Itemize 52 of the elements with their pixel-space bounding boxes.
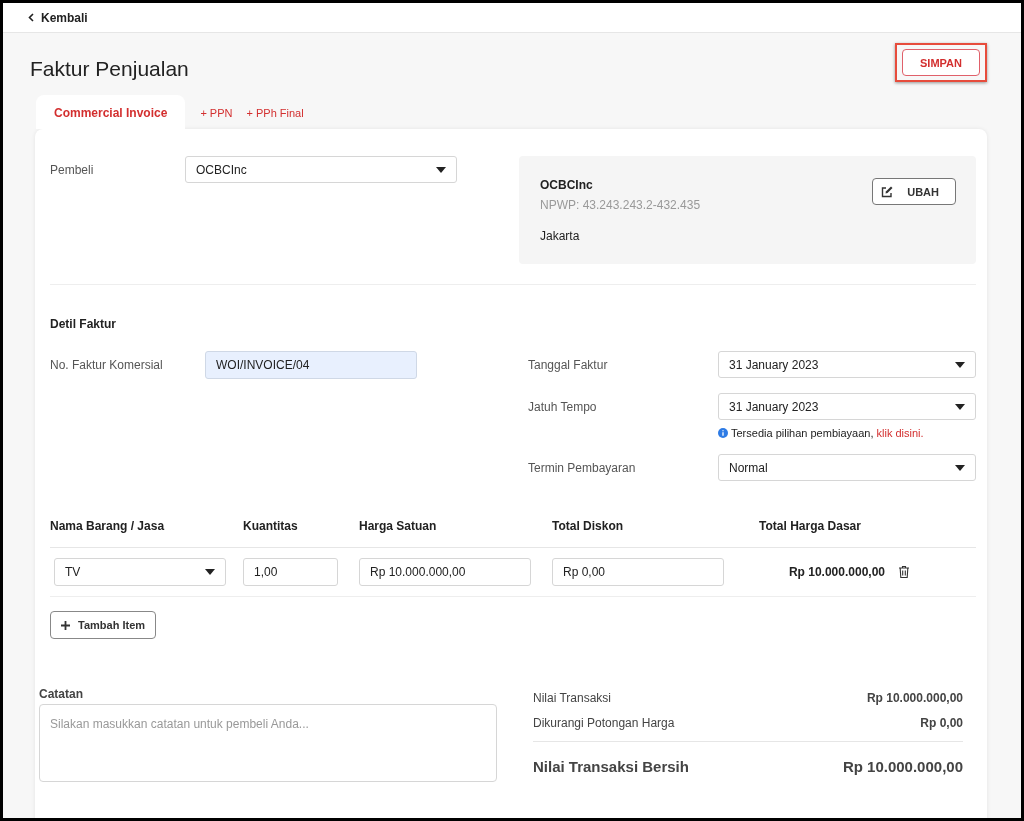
field-label: Pembeli xyxy=(50,163,95,177)
column-header: Total Harga Dasar xyxy=(758,519,862,533)
financing-link[interactable]: klik disini. xyxy=(876,427,924,439)
text-input-field[interactable]: WOI/INVOICE/04 xyxy=(205,351,417,379)
chevron-left-icon xyxy=(28,13,34,22)
caret-icon xyxy=(955,403,965,410)
net-total-label: Nilai Transaksi Bersih xyxy=(533,758,689,775)
item-dropdown-field[interactable]: TV xyxy=(54,558,226,586)
discount-input-field[interactable]: Rp 0,00 xyxy=(552,558,724,586)
summary-value: Rp 10.000.000,00 xyxy=(866,691,963,705)
buyer-dropdown-field[interactable]: OCBCInc xyxy=(185,156,457,183)
add-item-button[interactable]: Tambah Item xyxy=(50,611,157,639)
buyer-name: OCBCInc xyxy=(540,178,594,192)
info-icon xyxy=(718,428,728,438)
save-button[interactable]: SIMPAN xyxy=(902,49,980,76)
caret-icon xyxy=(436,166,446,173)
tax-id-text: NPWP: 43.243.243.2-432.435 xyxy=(540,198,701,212)
field-label: No. Faktur Komersial xyxy=(50,358,164,372)
column-header: Nama Barang / Jasa xyxy=(50,519,166,533)
column-header: Harga Satuan xyxy=(359,519,438,533)
dropdown-field[interactable]: 31 January 2023 xyxy=(718,351,976,378)
caret-icon xyxy=(205,569,215,575)
section-heading: Detil Faktur xyxy=(50,317,117,331)
tab[interactable]: Commercial Invoice xyxy=(36,95,186,129)
field-label: Tanggal Faktur xyxy=(528,358,609,372)
summary-label: Dikurangi Potongan Harga xyxy=(533,716,675,730)
plus-icon xyxy=(61,620,70,630)
back-link[interactable]: Kembali xyxy=(28,10,88,25)
field-label: Termin Pembayaran xyxy=(528,461,637,475)
total-price-cell-text: Rp 10.000.000,00 xyxy=(787,565,885,579)
column-header: Total Diskon xyxy=(552,519,625,533)
notes-input-field[interactable]: Silakan masukkan catatan untuk pembeli Anda... xyxy=(39,704,497,782)
column-header: Kuantitas xyxy=(243,519,299,533)
edit-icon xyxy=(881,185,894,198)
city-text: Jakarta xyxy=(540,229,581,243)
field-label: Jatuh Tempo xyxy=(528,400,598,414)
edit-button[interactable]: UBAH xyxy=(872,178,956,205)
caret-icon xyxy=(955,361,965,368)
tab[interactable]: + PPh Final xyxy=(239,107,311,129)
price-input-field[interactable]: Rp 10.000.000,00 xyxy=(359,558,531,586)
dropdown-field[interactable]: Normal xyxy=(718,454,976,481)
net-total-value: Rp 10.000.000,00 xyxy=(842,758,963,775)
info-note: Tersedia pilihan pembiayaan, klik disini. xyxy=(731,427,924,439)
page-title: Faktur Penjualan xyxy=(30,57,189,81)
quantity-input-field[interactable]: 1,00 xyxy=(243,558,338,586)
summary-value: Rp 0,00 xyxy=(920,716,963,730)
tab[interactable]: + PPN xyxy=(193,107,240,129)
trash-icon[interactable] xyxy=(899,566,909,578)
notes-label: Catatan xyxy=(39,687,84,701)
summary-label: Nilai Transaksi xyxy=(533,691,612,705)
caret-icon xyxy=(955,464,965,471)
dropdown-field[interactable]: 31 January 2023 xyxy=(718,393,976,420)
